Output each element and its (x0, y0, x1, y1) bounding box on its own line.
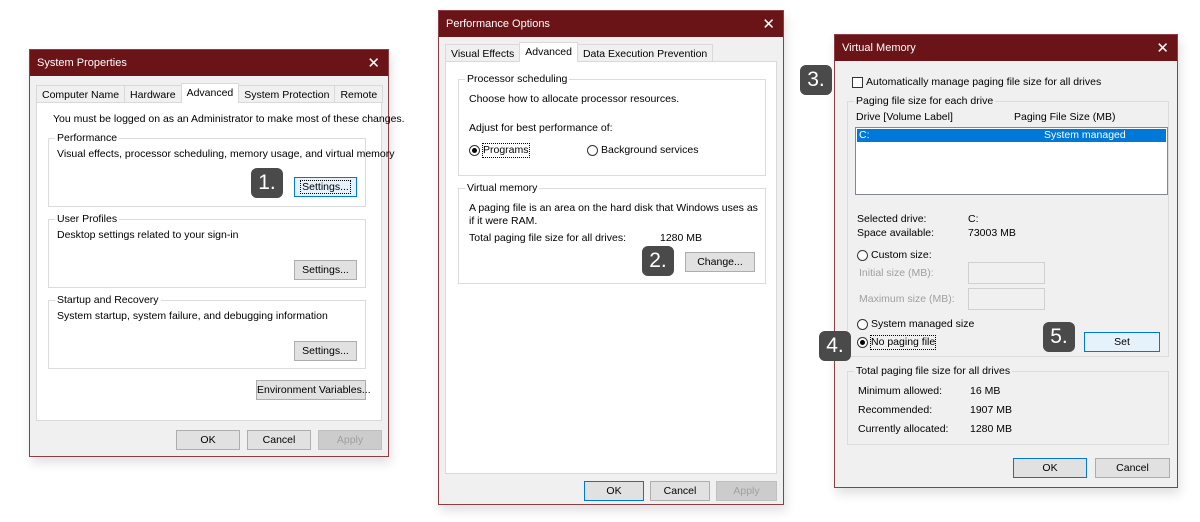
tab-visual-effects[interactable]: Visual Effects (445, 44, 521, 62)
environment-variables-button[interactable]: Environment Variables... (256, 380, 371, 400)
tab-advanced[interactable]: Advanced (180, 83, 240, 103)
tab-system-protection[interactable]: System Protection (238, 85, 336, 103)
selected-drive-label: Selected drive: (857, 213, 927, 225)
no-paging-file-radio[interactable] (857, 337, 868, 348)
space-available-value: 73003 MB (968, 227, 1016, 239)
auto-manage-label[interactable]: Automatically manage paging file size fo… (866, 76, 1101, 89)
user-profiles-description: Desktop settings related to your sign-in (57, 229, 239, 241)
virtual-memory-label: Virtual memory (465, 182, 540, 195)
dialog-title: System Properties (37, 57, 127, 69)
drive-row[interactable]: C: System managed (857, 129, 1166, 142)
ok-button[interactable]: OK (584, 481, 644, 501)
virtual-memory-description: A paging file is an area on the hard dis… (469, 202, 758, 227)
adjust-label: Adjust for best performance of: (469, 122, 613, 134)
tab-advanced[interactable]: Advanced (519, 42, 578, 62)
processor-scheduling-label: Processor scheduling (465, 73, 570, 86)
user-profiles-label: User Profiles (55, 213, 120, 226)
total-paging-value: 1280 MB (660, 232, 703, 244)
dialog-title: Performance Options (446, 18, 550, 30)
virtual-memory-group: Virtual memory A paging file is an area … (458, 182, 766, 284)
startup-recovery-settings-button[interactable]: Settings... (294, 341, 357, 361)
step-badge-4: 4. (819, 331, 851, 361)
programs-label[interactable]: Programs (482, 143, 530, 158)
background-services-radio[interactable] (587, 145, 598, 156)
change-button[interactable]: Change... (685, 252, 755, 272)
startup-recovery-description: System startup, system failure, and debu… (57, 310, 328, 322)
apply-button[interactable]: Apply (716, 481, 777, 501)
advanced-tab-panel: Processor scheduling Choose how to alloc… (445, 61, 777, 474)
close-icon[interactable]: ✕ (762, 17, 775, 32)
programs-radio[interactable] (469, 145, 480, 156)
totals-label: Total paging file size for all drives (854, 365, 1013, 378)
tab-hardware[interactable]: Hardware (124, 85, 182, 103)
minimum-allowed-value: 16 MB (970, 385, 1001, 397)
auto-manage-checkbox[interactable] (852, 77, 863, 88)
close-icon[interactable]: ✕ (367, 56, 380, 71)
drive-column-header: Drive [Volume Label] (856, 111, 953, 123)
system-properties-tabs: Computer Name Hardware Advanced System P… (36, 83, 384, 103)
size-column-header: Paging File Size (MB) (1014, 111, 1116, 123)
user-profiles-group: User Profiles Desktop settings related t… (48, 213, 366, 288)
no-paging-file-label[interactable]: No paging file (869, 335, 937, 350)
total-paging-label: Total paging file size for all drives: (469, 232, 626, 244)
currently-allocated-label: Currently allocated: (858, 423, 949, 435)
performance-options-titlebar: Performance Options ✕ (439, 11, 783, 37)
apply-button[interactable]: Apply (318, 430, 382, 450)
virtual-memory-dialog: Virtual Memory ✕ Automatically manage pa… (834, 34, 1178, 488)
startup-recovery-label: Startup and Recovery (55, 294, 161, 307)
tab-data-execution-prevention[interactable]: Data Execution Prevention (576, 44, 714, 62)
step-badge-3: 3. (800, 65, 832, 95)
paging-group-label: Paging file size for each drive (854, 95, 996, 108)
system-properties-titlebar: System Properties ✕ (30, 50, 388, 76)
step-badge-1: 1. (251, 168, 283, 198)
recommended-label: Recommended: (858, 404, 933, 416)
space-available-label: Space available: (857, 227, 935, 239)
drive-size: System managed (1044, 129, 1126, 141)
custom-size-radio[interactable] (857, 250, 868, 261)
drive-listbox[interactable]: C: System managed (855, 127, 1168, 195)
maximum-size-label: Maximum size (MB): (859, 293, 955, 305)
minimum-allowed-label: Minimum allowed: (858, 385, 943, 397)
virtual-memory-titlebar: Virtual Memory ✕ (835, 35, 1177, 61)
dialog-title: Virtual Memory (842, 42, 916, 54)
maximum-size-input[interactable] (968, 288, 1045, 310)
processor-scheduling-description: Choose how to allocate processor resourc… (469, 93, 680, 105)
system-properties-dialog: System Properties ✕ Computer Name Hardwa… (29, 49, 405, 457)
tab-computer-name[interactable]: Computer Name (36, 85, 126, 103)
step-badge-2: 2. (642, 246, 674, 276)
system-managed-radio[interactable] (857, 319, 868, 330)
performance-options-dialog: Performance Options ✕ Visual Effects Adv… (438, 10, 784, 505)
custom-size-label[interactable]: Custom size: (871, 249, 932, 262)
currently-allocated-value: 1280 MB (970, 423, 1013, 435)
paging-file-group: Paging file size for each drive Drive [V… (847, 95, 1169, 357)
performance-options-tabs: Visual Effects Advanced Data Execution P… (445, 42, 714, 62)
drive-letter: C: (859, 129, 870, 141)
close-icon[interactable]: ✕ (1156, 41, 1169, 56)
ok-button[interactable]: OK (1013, 458, 1087, 478)
step-badge-5: 5. (1043, 322, 1075, 352)
processor-scheduling-group: Processor scheduling Choose how to alloc… (458, 73, 766, 176)
performance-label: Performance (55, 132, 120, 145)
system-managed-label[interactable]: System managed size (871, 318, 974, 331)
cancel-button[interactable]: Cancel (247, 430, 311, 450)
totals-group: Total paging file size for all drives Mi… (847, 365, 1169, 445)
initial-size-input[interactable] (968, 262, 1045, 284)
cancel-button[interactable]: Cancel (650, 481, 710, 501)
startup-recovery-group: Startup and Recovery System startup, sys… (48, 294, 366, 369)
admin-notice: You must be logged on as an Administrato… (53, 113, 405, 125)
recommended-value: 1907 MB (970, 404, 1013, 416)
selected-drive-value: C: (968, 213, 979, 225)
tab-remote[interactable]: Remote (334, 85, 384, 103)
initial-size-label: Initial size (MB): (859, 267, 934, 279)
performance-group: Performance Visual effects, processor sc… (48, 132, 395, 207)
performance-description: Visual effects, processor scheduling, me… (57, 148, 395, 160)
background-services-label[interactable]: Background services (601, 144, 698, 157)
set-button[interactable]: Set (1084, 332, 1160, 352)
advanced-tab-panel: You must be logged on as an Administrato… (36, 102, 405, 421)
ok-button[interactable]: OK (176, 430, 240, 450)
performance-settings-button[interactable]: Settings... (294, 177, 357, 197)
cancel-button[interactable]: Cancel (1095, 458, 1170, 478)
user-profiles-settings-button[interactable]: Settings... (294, 260, 357, 280)
